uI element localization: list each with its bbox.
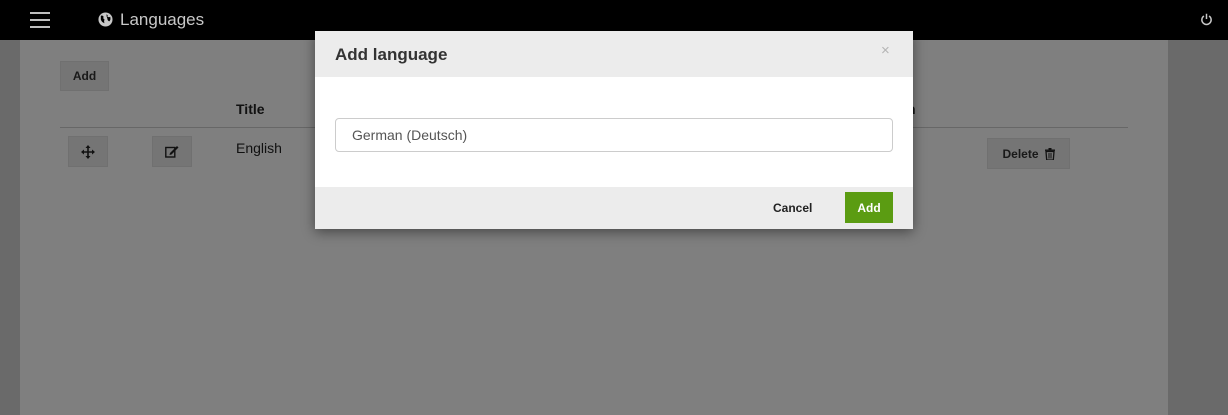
close-icon[interactable]: × (881, 42, 890, 59)
page-title: Languages (120, 10, 205, 29)
dialog-title: Add language (335, 45, 448, 64)
cancel-button[interactable]: Cancel (773, 201, 812, 215)
add-language-dialog: Add language × Cancel Add (315, 31, 913, 229)
confirm-add-button[interactable]: Add (845, 192, 893, 223)
power-icon[interactable] (1200, 13, 1213, 26)
language-input[interactable] (335, 118, 893, 152)
dialog-footer: Cancel Add (315, 187, 913, 229)
dialog-header: Add language × (315, 31, 913, 77)
hamburger-menu-icon[interactable] (30, 12, 50, 28)
globe-icon (98, 12, 113, 27)
